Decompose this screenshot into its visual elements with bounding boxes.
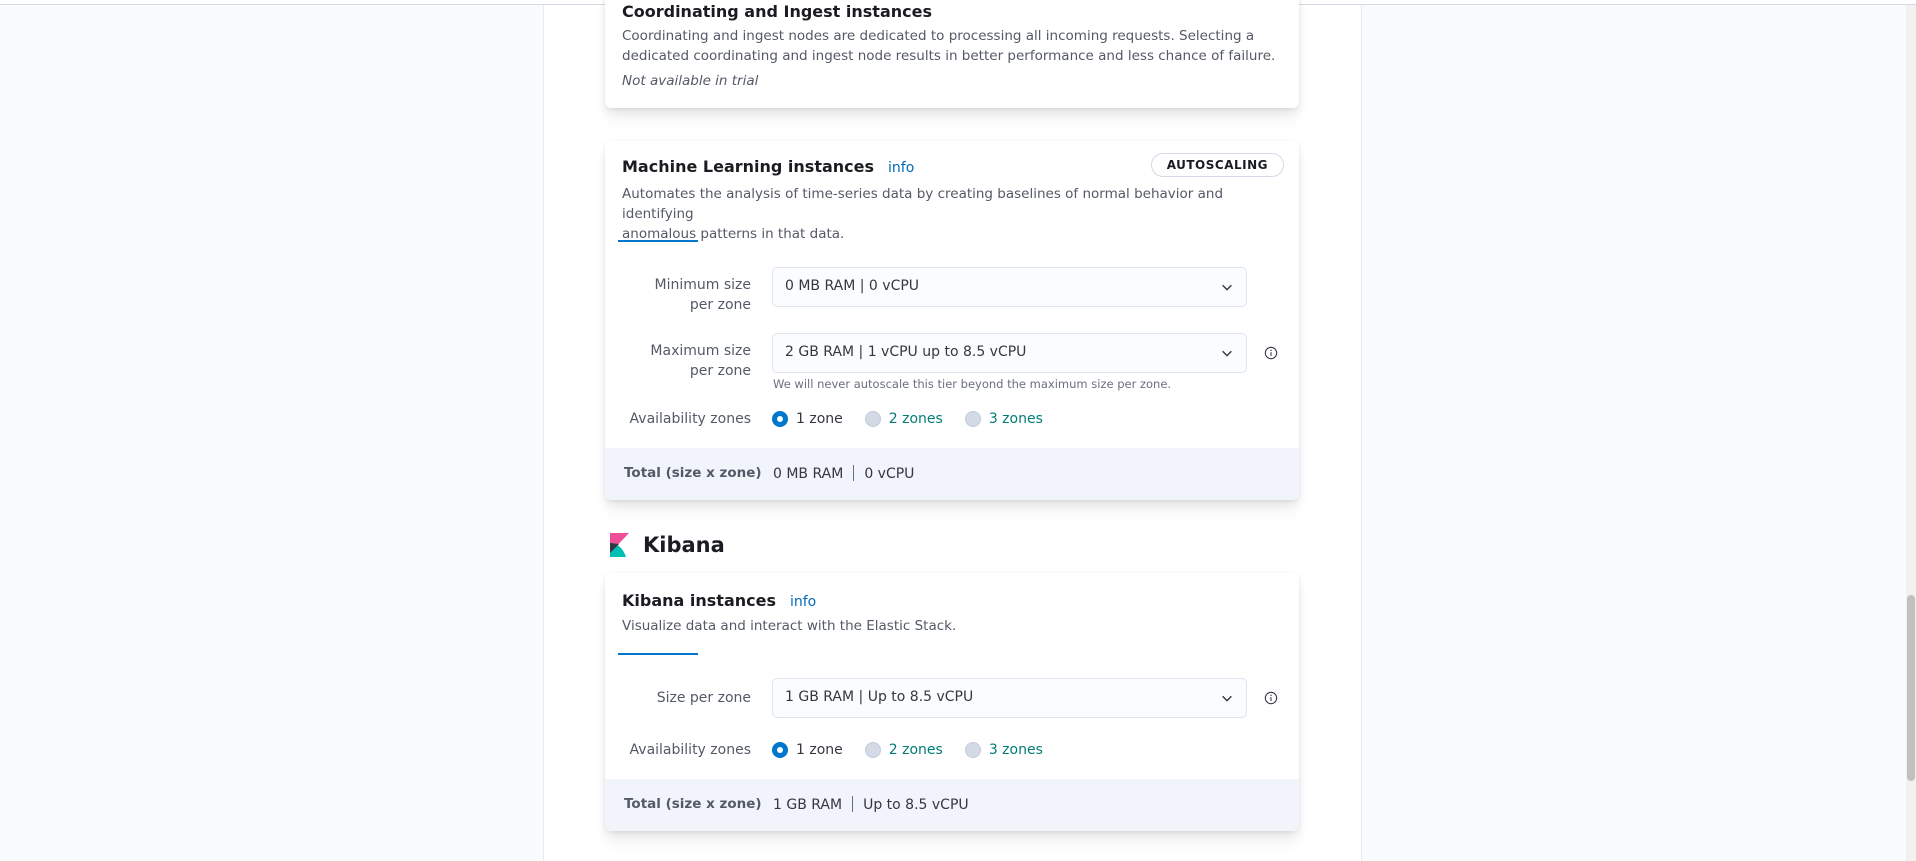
machine-learning-panel: Machine Learning instances info AUTOSCALI… <box>605 141 1299 500</box>
kibana-tab-underline <box>618 653 698 655</box>
chevron-down-icon <box>1222 350 1232 357</box>
ml-info-link[interactable]: info <box>888 160 914 176</box>
kibana-logo-icon <box>610 533 629 557</box>
kibana-zones-label: Availability zones <box>629 742 751 758</box>
ml-desc-line-2: anomalous patterns in that data. <box>622 226 845 242</box>
radio-checked-icon <box>772 411 788 427</box>
info-circle-icon[interactable] <box>1264 346 1278 360</box>
kibana-size-value: 1 GB RAM | Up to 8.5 vCPU <box>785 689 974 705</box>
max-size-label: Maximum size per zone <box>621 341 751 381</box>
max-size-value: 2 GB RAM | 1 vCPU up to 8.5 vCPU <box>785 344 1027 360</box>
kibana-total-ram: 1 GB RAM <box>773 797 843 813</box>
radio-unchecked-icon <box>964 411 981 427</box>
min-size-label-line-1: Minimum size <box>654 277 751 293</box>
ml-zone-option-1[interactable]: 1 zone <box>772 411 843 427</box>
ml-total-ram: 0 MB RAM <box>773 466 844 482</box>
kibana-total-bar: Total (size x zone) 1 GB RAM Up to 8.5 vC… <box>605 779 1299 831</box>
min-size-select[interactable]: 0 MB RAM | 0 vCPU <box>772 267 1247 307</box>
kibana-size-label: Size per zone <box>656 690 751 706</box>
coordinating-desc-line-1: Coordinating and ingest nodes are dedica… <box>622 28 1255 44</box>
coordinating-panel-title: Coordinating and Ingest instances <box>622 2 932 21</box>
kibana-title-text: Kibana instances <box>622 591 776 610</box>
separator <box>852 796 854 812</box>
kibana-panel-title: Kibana instances info <box>622 591 816 610</box>
kibana-zone-option-1[interactable]: 1 zone <box>772 742 843 758</box>
max-size-help-text: We will never autoscale this tier beyond… <box>773 377 1172 391</box>
kibana-section-title: Kibana <box>643 533 725 557</box>
ml-zone-option-2[interactable]: 2 zones <box>864 411 943 427</box>
kibana-instances-panel: Kibana instances info Visualize data and … <box>605 573 1299 831</box>
ml-total-value: 0 MB RAM 0 vCPU <box>773 465 914 482</box>
radio-unchecked-icon <box>864 411 881 427</box>
separator <box>853 465 855 481</box>
kibana-zone-option-2[interactable]: 2 zones <box>864 742 943 758</box>
kibana-info-link[interactable]: info <box>790 594 816 610</box>
coordinating-desc-line-2: dedicated coordinating and ingest node r… <box>622 48 1276 64</box>
kibana-total-cpu: Up to 8.5 vCPU <box>863 797 969 813</box>
not-available-notice: Not available in trial <box>622 73 759 89</box>
kibana-zone-option-3[interactable]: 3 zones <box>964 742 1043 758</box>
kibana-zone-option-2-label: 2 zones <box>888 742 943 758</box>
radio-unchecked-icon <box>864 742 881 758</box>
ml-panel-title: Machine Learning instances info <box>622 157 914 176</box>
kibana-panel-description: Visualize data and interact with the Ela… <box>622 618 957 634</box>
max-size-select[interactable]: 2 GB RAM | 1 vCPU up to 8.5 vCPU <box>772 333 1247 373</box>
chevron-down-icon <box>1222 695 1232 702</box>
kibana-section-heading: Kibana <box>610 533 725 557</box>
coordinating-ingest-panel: Coordinating and Ingest instances Coordi… <box>605 0 1299 108</box>
info-circle-icon[interactable] <box>1264 691 1278 705</box>
radio-unchecked-icon <box>964 742 981 758</box>
kibana-zone-option-1-label: 1 zone <box>796 742 843 758</box>
ml-zone-option-3-label: 3 zones <box>988 411 1043 427</box>
radio-checked-icon <box>772 742 788 758</box>
ml-zone-option-1-label: 1 zone <box>796 411 843 427</box>
max-size-label-line-1: Maximum size <box>650 343 751 359</box>
chevron-down-icon <box>1222 284 1232 291</box>
scrollbar-thumb[interactable] <box>1907 595 1915 781</box>
ml-tab-underline <box>618 240 698 242</box>
ml-total-label: Total (size x zone) <box>624 465 762 481</box>
coordinating-panel-description: Coordinating and ingest nodes are dedica… <box>622 26 1288 66</box>
ml-desc-line-1: Automates the analysis of time-series da… <box>622 186 1224 222</box>
ml-title-text: Machine Learning instances <box>622 157 875 176</box>
ml-zone-option-2-label: 2 zones <box>888 411 943 427</box>
ml-zones-radio-group: 1 zone 2 zones 3 zones <box>772 409 1065 429</box>
scrollbar[interactable] <box>1906 5 1916 861</box>
min-size-label-line-2: per zone <box>689 297 751 313</box>
autoscaling-badge: AUTOSCALING <box>1150 153 1284 177</box>
min-size-value: 0 MB RAM | 0 vCPU <box>785 278 920 294</box>
kibana-total-value: 1 GB RAM Up to 8.5 vCPU <box>773 796 969 813</box>
max-size-label-line-2: per zone <box>689 363 751 379</box>
ml-zone-option-3[interactable]: 3 zones <box>964 411 1043 427</box>
kibana-size-select[interactable]: 1 GB RAM | Up to 8.5 vCPU <box>772 678 1247 718</box>
kibana-total-label: Total (size x zone) <box>624 796 762 812</box>
kibana-zones-radio-group: 1 zone 2 zones 3 zones <box>772 740 1065 760</box>
min-size-label: Minimum size per zone <box>621 275 751 315</box>
ml-total-cpu: 0 vCPU <box>864 466 915 482</box>
kibana-zone-option-3-label: 3 zones <box>988 742 1043 758</box>
ml-panel-description: Automates the analysis of time-series da… <box>622 184 1288 244</box>
ml-total-bar: Total (size x zone) 0 MB RAM 0 vCPU <box>605 448 1299 500</box>
ml-zones-label: Availability zones <box>629 411 751 427</box>
